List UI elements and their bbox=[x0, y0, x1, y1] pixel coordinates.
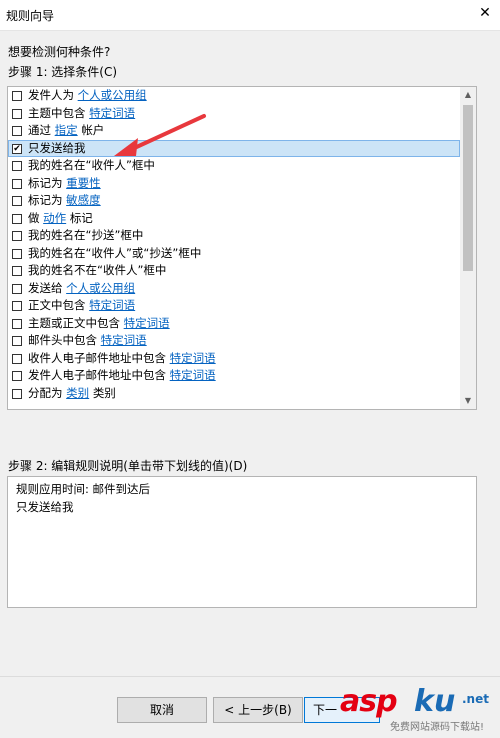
watermark-logo: asp bbox=[340, 684, 398, 719]
condition-link[interactable]: 特定词语 bbox=[124, 316, 170, 330]
condition-row[interactable]: 发件人电子邮件地址中包含 特定词语 bbox=[8, 367, 460, 385]
checkbox[interactable] bbox=[12, 266, 22, 276]
condition-text: 标记为 bbox=[28, 193, 63, 207]
condition-suffix: 类别 bbox=[92, 385, 116, 400]
conditions-listbox[interactable]: 发件人为 个人或公用组 主题中包含 特定词语 通过 指定 帐户 ✔ 只发送给我 我的姓名在… bbox=[7, 86, 477, 410]
condition-row[interactable]: ✔ 只发送给我 bbox=[8, 139, 460, 157]
watermark-logo-ku: ku bbox=[414, 684, 456, 719]
condition-text: 邮件头中包含 bbox=[28, 333, 97, 347]
condition-link[interactable]: 敏感度 bbox=[66, 193, 101, 207]
condition-text: 分配为 bbox=[28, 385, 63, 400]
scroll-thumb[interactable] bbox=[463, 105, 473, 271]
watermark-tld: .net bbox=[462, 692, 489, 706]
condition-row[interactable]: 主题中包含 特定词语 bbox=[8, 105, 460, 123]
condition-text: 标记为 bbox=[28, 175, 63, 190]
condition-row[interactable]: 主题或正文中包含 特定词语 bbox=[8, 315, 460, 333]
checkbox[interactable] bbox=[12, 371, 22, 381]
condition-text: 收件人电子邮件地址中包含 bbox=[28, 350, 166, 365]
condition-row[interactable]: 发件人为 个人或公用组 bbox=[8, 87, 460, 105]
checkbox[interactable] bbox=[12, 248, 22, 259]
condition-text: 我的姓名不在“收件人”框中 bbox=[28, 263, 167, 277]
scroll-up-icon[interactable]: ▲ bbox=[460, 87, 476, 103]
scroll-down-icon[interactable]: ▼ bbox=[460, 393, 476, 409]
condition-row[interactable]: 分配为 类别 类别 bbox=[8, 385, 460, 403]
condition-text: 发件人为 bbox=[28, 88, 74, 102]
checkbox[interactable] bbox=[12, 196, 22, 206]
condition-text: 我的姓名在“收件人”或“抄送”框中 bbox=[28, 245, 202, 260]
condition-text: 只发送给我 bbox=[28, 140, 86, 155]
condition-link[interactable]: 重要性 bbox=[66, 176, 101, 190]
condition-link[interactable]: 特定词语 bbox=[170, 368, 216, 382]
cancel-button[interactable]: 取消 bbox=[117, 697, 207, 723]
checkbox[interactable] bbox=[12, 388, 22, 399]
condition-text: 发送给 bbox=[28, 280, 63, 295]
checkbox[interactable] bbox=[12, 178, 22, 189]
condition-text: 做 bbox=[28, 210, 40, 225]
checkbox[interactable] bbox=[12, 283, 22, 294]
question-label: 想要检测何种条件? bbox=[8, 45, 111, 59]
condition-row[interactable]: 我的姓名在“收件人”或“抄送”框中 bbox=[8, 245, 460, 263]
condition-row[interactable]: 我的姓名在“收件人”框中 bbox=[8, 157, 460, 175]
title-bar: 规则向导 ✕ bbox=[0, 0, 500, 31]
condition-row[interactable]: 标记为 敏感度 bbox=[8, 192, 460, 210]
condition-text: 主题或正文中包含 bbox=[28, 315, 120, 330]
back-button[interactable]: < 上一步(B) bbox=[213, 697, 303, 723]
checkbox[interactable] bbox=[12, 318, 22, 329]
condition-row[interactable]: 正文中包含 特定词语 bbox=[8, 297, 460, 315]
checkbox[interactable] bbox=[12, 213, 22, 224]
condition-suffix: 帐户 bbox=[81, 123, 105, 137]
condition-link[interactable]: 指定 bbox=[55, 123, 78, 137]
checkbox[interactable] bbox=[12, 301, 22, 311]
checkbox[interactable] bbox=[12, 353, 22, 364]
condition-text: 主题中包含 bbox=[28, 105, 86, 120]
condition-row[interactable]: 邮件头中包含 特定词语 bbox=[8, 332, 460, 350]
close-icon[interactable]: ✕ bbox=[476, 5, 494, 23]
condition-link[interactable]: 个人或公用组 bbox=[66, 281, 135, 295]
condition-row[interactable]: 通过 指定 帐户 bbox=[8, 122, 460, 140]
conditions-list: 发件人为 个人或公用组 主题中包含 特定词语 通过 指定 帐户 ✔ 只发送给我 我的姓名在… bbox=[8, 87, 460, 402]
condition-row[interactable]: 收件人电子邮件地址中包含 特定词语 bbox=[8, 350, 460, 368]
condition-row[interactable]: 我的姓名不在“收件人”框中 bbox=[8, 262, 460, 280]
description-line: 规则应用时间: 邮件到达后 bbox=[16, 482, 151, 496]
step2-label: 步骤 2: 编辑规则说明(单击带下划线的值)(D) bbox=[8, 459, 248, 473]
condition-row[interactable]: 标记为 重要性 bbox=[8, 175, 460, 193]
annotation-arrow-icon bbox=[114, 114, 206, 156]
condition-suffix: 标记 bbox=[69, 210, 93, 225]
description-line: 只发送给我 bbox=[16, 500, 74, 514]
checkbox[interactable] bbox=[12, 336, 22, 346]
watermark-tagline: 免费网站源码下载站! bbox=[390, 722, 485, 733]
condition-link[interactable]: 特定词语 bbox=[89, 298, 135, 312]
condition-text: 我的姓名在“抄送”框中 bbox=[28, 228, 144, 242]
checkbox[interactable] bbox=[12, 231, 22, 241]
condition-link[interactable]: 动作 bbox=[43, 211, 66, 225]
rule-description-box[interactable]: 规则应用时间: 邮件到达后 只发送给我 bbox=[7, 476, 477, 608]
vertical-scrollbar[interactable]: ▲ ▼ bbox=[460, 87, 476, 409]
condition-link[interactable]: 类别 bbox=[66, 386, 89, 400]
window-title: 规则向导 bbox=[6, 9, 55, 23]
checkbox[interactable] bbox=[12, 108, 22, 119]
condition-text: 正文中包含 bbox=[28, 298, 86, 312]
divider bbox=[0, 676, 500, 677]
condition-link[interactable]: 个人或公用组 bbox=[78, 88, 147, 102]
condition-row[interactable]: 我的姓名在“抄送”框中 bbox=[8, 227, 460, 245]
condition-row[interactable]: 发送给 个人或公用组 bbox=[8, 280, 460, 298]
checkbox[interactable] bbox=[12, 161, 22, 171]
step1-label: 步骤 1: 选择条件(C) bbox=[8, 65, 118, 79]
condition-text: 发件人电子邮件地址中包含 bbox=[28, 368, 166, 382]
condition-text: 通过 bbox=[28, 123, 51, 137]
checkbox[interactable] bbox=[12, 91, 22, 101]
condition-row[interactable]: 做 动作 标记 bbox=[8, 210, 460, 228]
condition-link[interactable]: 特定词语 bbox=[101, 333, 147, 347]
checkbox-checked[interactable]: ✔ bbox=[12, 143, 22, 154]
condition-link[interactable]: 特定词语 bbox=[170, 351, 216, 365]
checkbox[interactable] bbox=[12, 126, 22, 136]
